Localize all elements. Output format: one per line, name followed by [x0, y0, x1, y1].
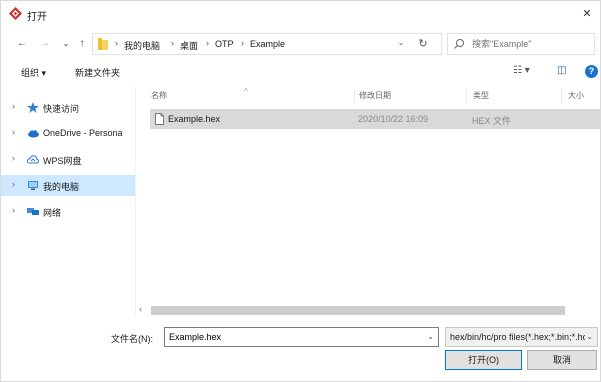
breadcrumb-separator: › [115, 38, 118, 48]
expand-chevron-icon[interactable]: › [12, 127, 15, 137]
column-divider[interactable] [466, 89, 467, 103]
column-header-date[interactable]: 修改日期 [359, 90, 391, 101]
refresh-icon[interactable]: ↻ [415, 37, 431, 50]
breadcrumb-separator: › [241, 38, 244, 48]
file-list: 名称 ^ 修改日期 类型 大小 Example.hex 2020/10/22 1… [135, 87, 601, 317]
breadcrumb-item[interactable]: 桌面 [180, 39, 198, 52]
cloud-icon [28, 130, 39, 138]
open-file-dialog: 打开 ✕ ← → ⌄ ↑ › 我的电脑 › 桌面 › OTP › Example… [0, 0, 601, 382]
preview-pane-icon[interactable]: ◫ [557, 65, 566, 76]
sidebar-item-label: 快速访问 [43, 104, 80, 114]
breadcrumb-separator: › [171, 38, 174, 48]
star-icon [27, 102, 39, 113]
sidebar-item-label: 我的电脑 [43, 182, 80, 192]
navigation-pane: › 快速访问 › OneDrive - Persona › WPS网盘 › 我的… [1, 87, 135, 317]
filename-input[interactable] [169, 332, 419, 342]
search-box[interactable] [447, 33, 595, 55]
file-icon [155, 113, 164, 125]
file-name: Example.hex [168, 114, 221, 124]
help-icon[interactable]: ? [585, 65, 598, 78]
filter-dropdown-icon[interactable]: ⌄ [586, 332, 593, 341]
filename-label: 文件名(N): [111, 334, 153, 344]
scrollbar-thumb[interactable] [151, 306, 565, 315]
close-button[interactable]: ✕ [574, 1, 600, 27]
breadcrumb-item[interactable]: 我的电脑 [124, 39, 160, 52]
breadcrumb-item[interactable]: Example [250, 39, 285, 49]
computer-icon [28, 181, 38, 190]
sidebar-item-my-computer[interactable]: › 我的电脑 [1, 175, 135, 196]
column-divider[interactable] [354, 89, 355, 103]
column-header-size[interactable]: 大小 [568, 90, 584, 101]
back-arrow-icon[interactable]: ← [15, 36, 29, 52]
search-icon [454, 39, 464, 49]
address-dropdown-icon[interactable]: ⌄ [395, 38, 407, 47]
expand-chevron-icon[interactable]: › [12, 205, 15, 215]
address-bar[interactable]: › 我的电脑 › 桌面 › OTP › Example ⌄ ↻ [92, 33, 442, 55]
column-header-type[interactable]: 类型 [473, 90, 489, 101]
sidebar-item-quick-access[interactable]: › 快速访问 [1, 97, 135, 118]
breadcrumb-item[interactable]: OTP [215, 39, 234, 49]
cancel-button[interactable]: 取消 [527, 350, 597, 370]
file-type: HEX 文件 [472, 116, 512, 126]
expand-chevron-icon[interactable]: › [12, 153, 15, 163]
window-title: 打开 [27, 12, 47, 23]
open-button[interactable]: 打开(O) [445, 350, 522, 370]
column-header-name[interactable]: 名称 [151, 90, 167, 101]
file-type-filter-value: hex/bin/hc/pro files(*.hex;*.bin;*.hc;*.… [450, 332, 585, 342]
forward-arrow-icon[interactable]: → [38, 36, 52, 52]
sidebar-item-network[interactable]: › 网络 [1, 201, 135, 222]
column-divider[interactable] [561, 89, 562, 103]
folder-icon [98, 38, 108, 50]
file-row[interactable]: Example.hex 2020/10/22 16:09 HEX 文件 [150, 109, 601, 129]
search-input[interactable] [472, 39, 592, 49]
address-row: ← → ⌄ ↑ › 我的电脑 › 桌面 › OTP › Example ⌄ ↻ [1, 33, 600, 55]
app-logo-icon [9, 7, 22, 20]
expand-chevron-icon[interactable]: › [12, 101, 15, 111]
organize-button[interactable]: 组织 ▾ [21, 66, 46, 79]
close-icon: ✕ [582, 8, 592, 20]
file-modified-date: 2020/10/22 16:09 [358, 114, 429, 124]
file-type-filter[interactable]: hex/bin/hc/pro files(*.hex;*.bin;*.hc;*.… [445, 327, 598, 347]
recent-locations-chevron-icon[interactable]: ⌄ [59, 36, 73, 52]
sidebar-item-label: OneDrive - Persona [43, 128, 123, 138]
toolbar: 组织 ▾ 新建文件夹 ☷ ▾ ◫ ? [1, 61, 600, 83]
new-folder-button[interactable]: 新建文件夹 [75, 66, 120, 79]
up-arrow-icon[interactable]: ↑ [75, 36, 89, 52]
filename-field[interactable]: ⌄ [164, 327, 439, 347]
horizontal-scrollbar[interactable]: ‹ [135, 303, 600, 317]
sort-ascending-icon: ^ [244, 87, 248, 96]
expand-chevron-icon[interactable]: › [12, 179, 15, 189]
view-options-icon[interactable]: ☷ ▾ [513, 65, 530, 76]
breadcrumb-separator: › [206, 38, 209, 48]
sidebar-item-wps-cloud[interactable]: › WPS网盘 [1, 149, 135, 170]
scroll-left-icon[interactable]: ‹ [139, 304, 142, 314]
network-icon [27, 208, 39, 215]
title-bar: 打开 ✕ [1, 1, 600, 27]
sidebar-item-onedrive[interactable]: › OneDrive - Persona [1, 123, 135, 144]
sidebar-item-label: WPS网盘 [43, 156, 82, 166]
wps-cloud-icon [27, 155, 39, 164]
sidebar-item-label: 网络 [43, 208, 62, 218]
filename-dropdown-icon[interactable]: ⌄ [427, 332, 434, 341]
